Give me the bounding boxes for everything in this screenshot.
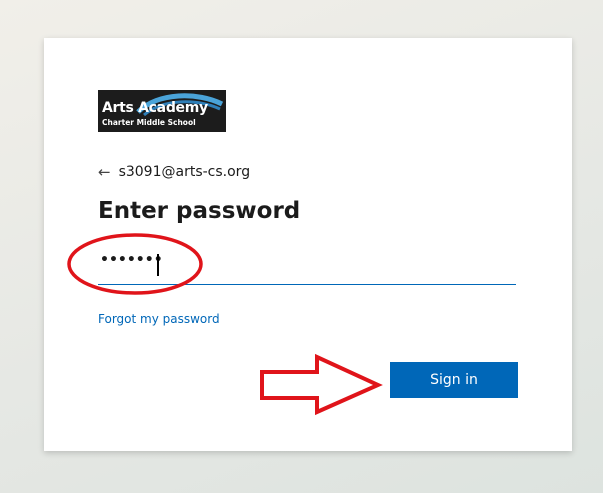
arrow-left-icon[interactable]: ← xyxy=(98,163,111,181)
page-title: Enter password xyxy=(98,198,301,224)
password-field-container[interactable]: ••••••• xyxy=(98,248,516,285)
sign-in-button[interactable]: Sign in xyxy=(390,362,518,398)
forgot-password-link[interactable]: Forgot my password xyxy=(98,312,220,326)
text-caret xyxy=(157,254,159,276)
account-email: s3091@arts-cs.org xyxy=(118,164,251,180)
sign-in-card: Arts Academy Charter Middle School ← s30… xyxy=(44,38,572,451)
school-logo: Arts Academy Charter Middle School xyxy=(98,90,226,132)
back-to-account-button[interactable]: ← s3091@arts-cs.org xyxy=(98,162,250,182)
logo-subtitle: Charter Middle School xyxy=(102,118,196,127)
logo-title: Arts Academy xyxy=(102,100,208,116)
password-masked-value: ••••••• xyxy=(100,252,163,268)
